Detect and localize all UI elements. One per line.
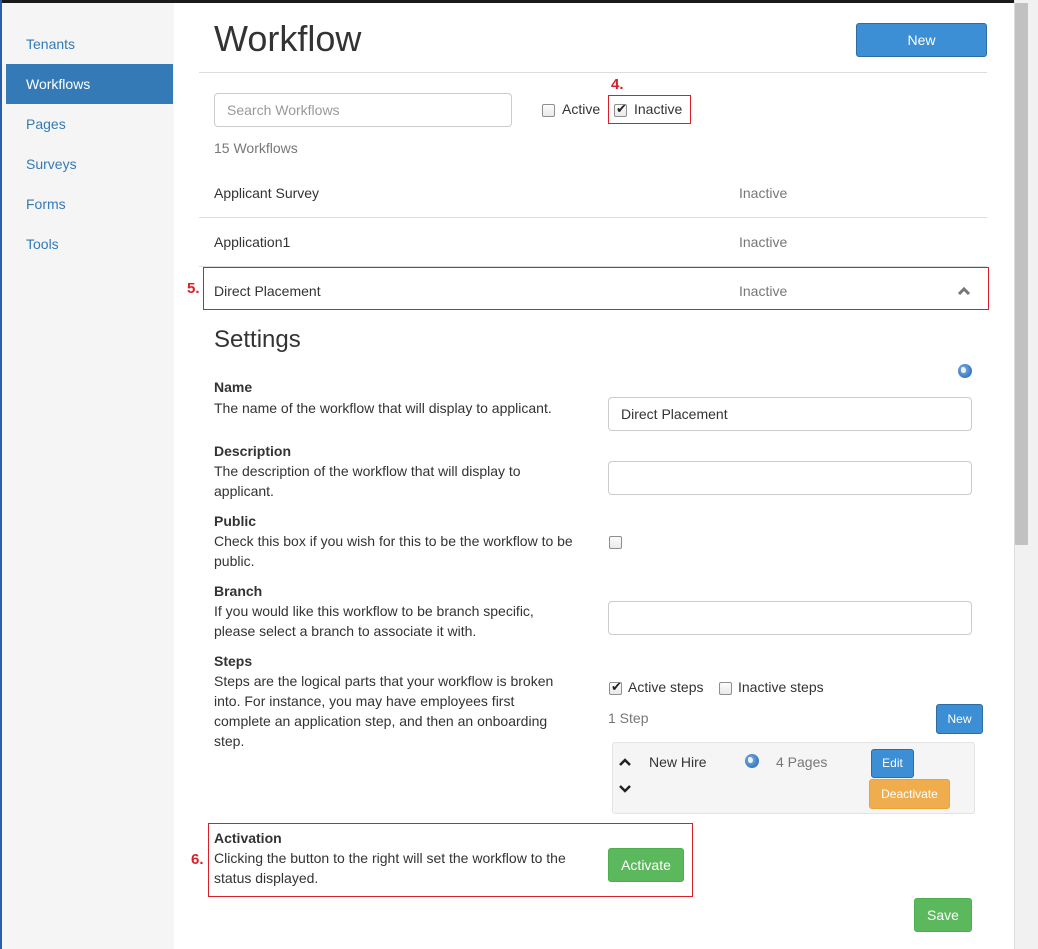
page-title: Workflow xyxy=(214,18,362,59)
sidebar: Tenants Workflows Pages Surveys Forms To… xyxy=(2,3,174,949)
sidebar-item-tenants[interactable]: Tenants xyxy=(6,24,173,64)
active-steps-label: Active steps xyxy=(628,679,704,695)
sidebar-item-workflows[interactable]: Workflows xyxy=(6,64,173,104)
inactive-steps-checkbox[interactable] xyxy=(719,682,732,695)
workflow-row-status: Inactive xyxy=(739,185,788,201)
step-name: New Hire xyxy=(649,754,707,770)
edit-step-button[interactable]: Edit xyxy=(871,749,914,778)
workflow-row-name[interactable]: Application1 xyxy=(214,234,290,250)
workflow-description-field[interactable] xyxy=(608,461,972,495)
steps-description: Steps are the logical parts that your wo… xyxy=(214,673,554,749)
workflow-row-status: Inactive xyxy=(739,234,788,250)
annotation-4: 4. xyxy=(611,76,624,93)
step-count: 1 Step xyxy=(608,710,649,726)
globe-icon[interactable] xyxy=(745,754,759,768)
annotation-box-4 xyxy=(608,95,691,124)
save-button[interactable]: Save xyxy=(914,898,972,932)
steps-label: Steps xyxy=(214,653,253,669)
annotation-box-6 xyxy=(208,823,693,897)
description-label: Description xyxy=(214,443,292,459)
search-input[interactable] xyxy=(214,93,512,127)
active-steps-checkbox[interactable]: ✔ xyxy=(609,679,622,695)
sidebar-item-tools[interactable]: Tools xyxy=(6,224,173,264)
name-description: The name of the workflow that will displ… xyxy=(214,400,552,416)
description-help: The description of the workflow that wil… xyxy=(214,463,521,499)
move-down-chevron-icon[interactable] xyxy=(618,784,632,794)
deactivate-step-button[interactable]: Deactivate xyxy=(869,779,950,809)
inactive-steps-label: Inactive steps xyxy=(738,679,824,695)
header-divider xyxy=(199,72,987,73)
row-divider xyxy=(199,217,987,218)
annotation-box-5 xyxy=(203,267,989,310)
public-label: Public xyxy=(214,513,257,529)
annotation-5: 5. xyxy=(187,280,200,297)
active-filter-label: Active xyxy=(562,101,601,117)
branch-select[interactable] xyxy=(608,601,972,635)
public-description: Check this box if you wish for this to b… xyxy=(214,533,573,569)
workflow-row-name[interactable]: Applicant Survey xyxy=(214,185,319,201)
step-pages: 4 Pages xyxy=(776,754,828,770)
new-workflow-button[interactable]: New xyxy=(856,23,987,57)
public-checkbox[interactable] xyxy=(609,536,622,549)
settings-heading: Settings xyxy=(214,326,301,353)
name-label: Name xyxy=(214,379,253,395)
workflow-name-field[interactable] xyxy=(608,397,972,431)
scrollbar-thumb[interactable] xyxy=(1015,3,1028,545)
move-up-chevron-icon[interactable] xyxy=(618,757,632,767)
new-step-button[interactable]: New xyxy=(936,704,983,734)
sidebar-item-surveys[interactable]: Surveys xyxy=(6,144,173,184)
checkmark-icon: ✔ xyxy=(611,679,622,694)
globe-icon[interactable] xyxy=(958,364,972,378)
sidebar-item-forms[interactable]: Forms xyxy=(6,184,173,224)
branch-label: Branch xyxy=(214,583,263,599)
sidebar-item-pages[interactable]: Pages xyxy=(6,104,173,144)
workflow-count: 15 Workflows xyxy=(214,140,298,156)
annotation-6: 6. xyxy=(191,851,204,868)
branch-description: If you would like this workflow to be br… xyxy=(214,603,534,639)
active-filter-checkbox[interactable] xyxy=(542,104,555,117)
